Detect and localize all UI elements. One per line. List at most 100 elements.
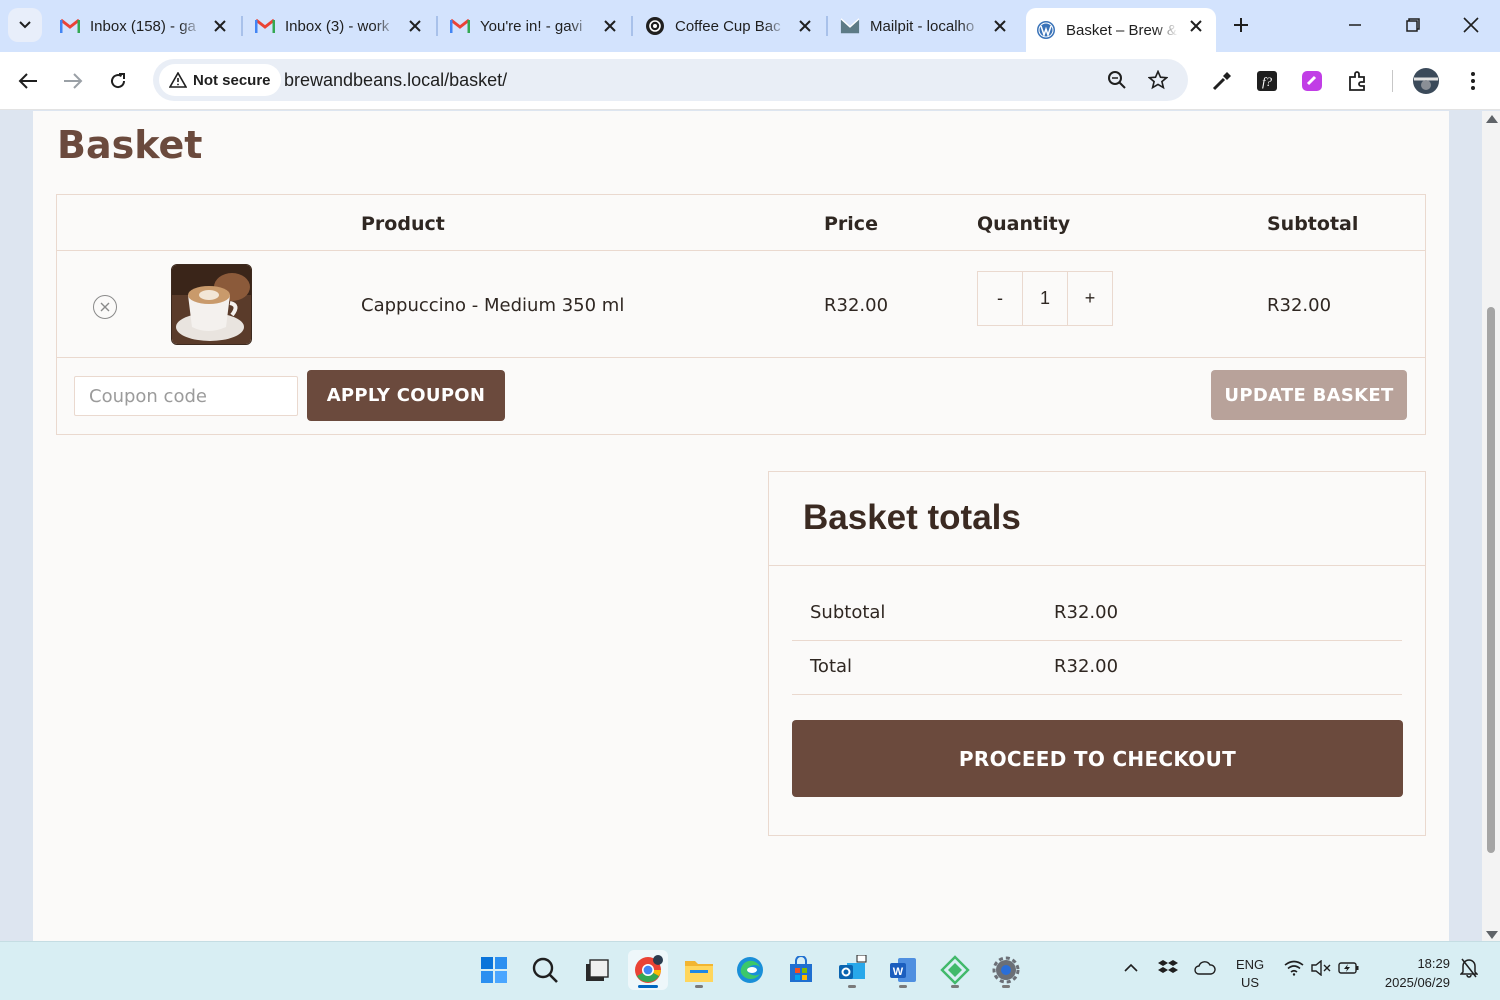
battery-tray-icon[interactable] [1337,956,1361,980]
task-view-icon [586,959,609,981]
tab-divider [241,16,243,36]
input-language-indicator[interactable]: ENG US [1236,956,1264,992]
close-icon[interactable] [1186,16,1206,36]
tab-title: Basket – Brew & [1066,21,1177,39]
windows-taskbar: W ENG US 18:29 2025/06/29 [0,941,1500,1000]
outlook-icon [839,955,867,979]
taskbar-app-word[interactable]: W [883,950,923,990]
taskbar-app-local[interactable] [935,950,975,990]
update-basket-button[interactable]: UPDATE BASKET [1211,370,1407,420]
remove-item-button[interactable] [93,295,117,319]
wifi-tray-icon[interactable] [1282,956,1306,980]
close-icon[interactable] [405,16,425,36]
battery-charging-icon [1338,962,1359,974]
forward-button[interactable] [56,64,90,98]
font-icon: f? [1257,71,1277,91]
new-tab-button[interactable] [1226,10,1256,40]
star-icon [1148,70,1168,90]
extensions-button[interactable] [1343,66,1373,96]
show-hidden-icons-button[interactable] [1119,956,1143,980]
product-thumbnail[interactable] [171,264,252,345]
volume-tray-icon[interactable] [1309,956,1333,980]
site-info-chip[interactable]: Not secure [159,64,281,96]
restore-button[interactable] [1398,10,1428,40]
product-price: R32.00 [824,295,889,316]
menu-button[interactable] [1458,66,1488,96]
search-icon [532,957,558,983]
taskbar-app-store[interactable] [781,950,821,990]
zoom-icon [1108,71,1126,89]
chrome-icon [635,955,663,983]
subtotal-label: Subtotal [810,602,886,623]
tab-inbox-158[interactable]: Inbox (158) - ga [50,8,240,44]
browser-toolbar: Not secure brewandbeans.local/basket/ f? [0,52,1500,110]
fontface-extension[interactable]: f? [1252,66,1282,96]
onedrive-tray-icon[interactable] [1193,956,1217,980]
tab-youre-in[interactable]: You're in! - gavi [440,8,630,44]
close-icon[interactable] [600,16,620,36]
reload-icon [111,73,126,89]
tab-inbox-3[interactable]: Inbox (3) - work [245,8,435,44]
openai-icon [645,16,665,36]
page-viewport: Basket Product Price Quantity Subtotal C… [0,111,1482,941]
close-window-button[interactable] [1456,10,1486,40]
address-bar[interactable]: Not secure brewandbeans.local/basket/ [153,59,1188,101]
gmail-icon [255,16,275,36]
chevron-up-icon [1124,963,1138,972]
totals-row-total: Total R32.00 [792,641,1402,695]
close-icon[interactable] [210,16,230,36]
minimize-button[interactable] [1340,10,1370,40]
profile-button[interactable] [1411,66,1441,96]
running-indicator [695,985,703,988]
product-name-link[interactable]: Cappuccino - Medium 350 ml [361,295,624,316]
gmail-icon [60,16,80,36]
quantity-increase-button[interactable]: + [1068,272,1112,325]
bookmark-button[interactable] [1145,67,1171,93]
tab-mailpit[interactable]: Mailpit - localho [830,8,1020,44]
column-header-product: Product [361,213,445,235]
task-view-button[interactable] [576,950,616,990]
coupon-code-input[interactable] [74,376,298,416]
tab-coffee-cup[interactable]: Coffee Cup Bac [635,8,825,44]
quantity-input[interactable]: 1 [1022,272,1068,325]
dropbox-tray-icon[interactable] [1156,956,1180,980]
clip-extension[interactable] [1297,66,1327,96]
subtotal-value: R32.00 [1054,602,1119,623]
arrow-left-icon [18,73,37,89]
quantity-decrease-button[interactable]: - [978,272,1022,325]
page-scrollbar[interactable] [1482,111,1500,941]
product-subtotal: R32.00 [1267,295,1332,316]
wordpress-icon [1036,20,1056,40]
scroll-down-arrow-icon[interactable] [1486,931,1498,939]
start-button[interactable] [474,950,514,990]
tab-divider [631,16,633,36]
security-label: Not secure [193,71,271,89]
proceed-to-checkout-button[interactable]: PROCEED TO CHECKOUT [792,720,1403,797]
url-text[interactable]: brewandbeans.local/basket/ [284,70,507,91]
wifi-icon [1284,960,1304,976]
minimize-icon [1349,24,1361,26]
taskbar-app-file-explorer[interactable] [679,950,719,990]
scroll-up-arrow-icon[interactable] [1486,115,1498,123]
taskbar-app-chrome[interactable] [628,950,668,990]
zoom-button[interactable] [1104,67,1130,93]
close-icon[interactable] [795,16,815,36]
taskbar-app-outlook[interactable] [832,950,872,990]
back-button[interactable] [11,64,45,98]
gear-icon [992,956,1020,984]
browser-tab-strip: Inbox (158) - ga Inbox (3) - work You're… [0,0,1500,52]
scroll-thumb[interactable] [1487,307,1495,853]
taskbar-app-edge[interactable] [730,950,770,990]
running-indicator [899,985,907,988]
apply-coupon-button[interactable]: APPLY COUPON [307,370,505,421]
notifications-button[interactable] [1457,956,1481,980]
quantity-stepper: - 1 + [977,271,1113,326]
reload-button[interactable] [101,64,135,98]
system-clock[interactable]: 18:29 2025/06/29 [1376,954,1450,992]
tab-basket[interactable]: Basket – Brew & [1026,8,1216,52]
eyedropper-extension[interactable] [1207,66,1237,96]
close-icon[interactable] [990,16,1010,36]
taskbar-app-settings[interactable] [986,950,1026,990]
tab-search-button[interactable] [8,8,42,42]
taskbar-search-button[interactable] [525,950,565,990]
